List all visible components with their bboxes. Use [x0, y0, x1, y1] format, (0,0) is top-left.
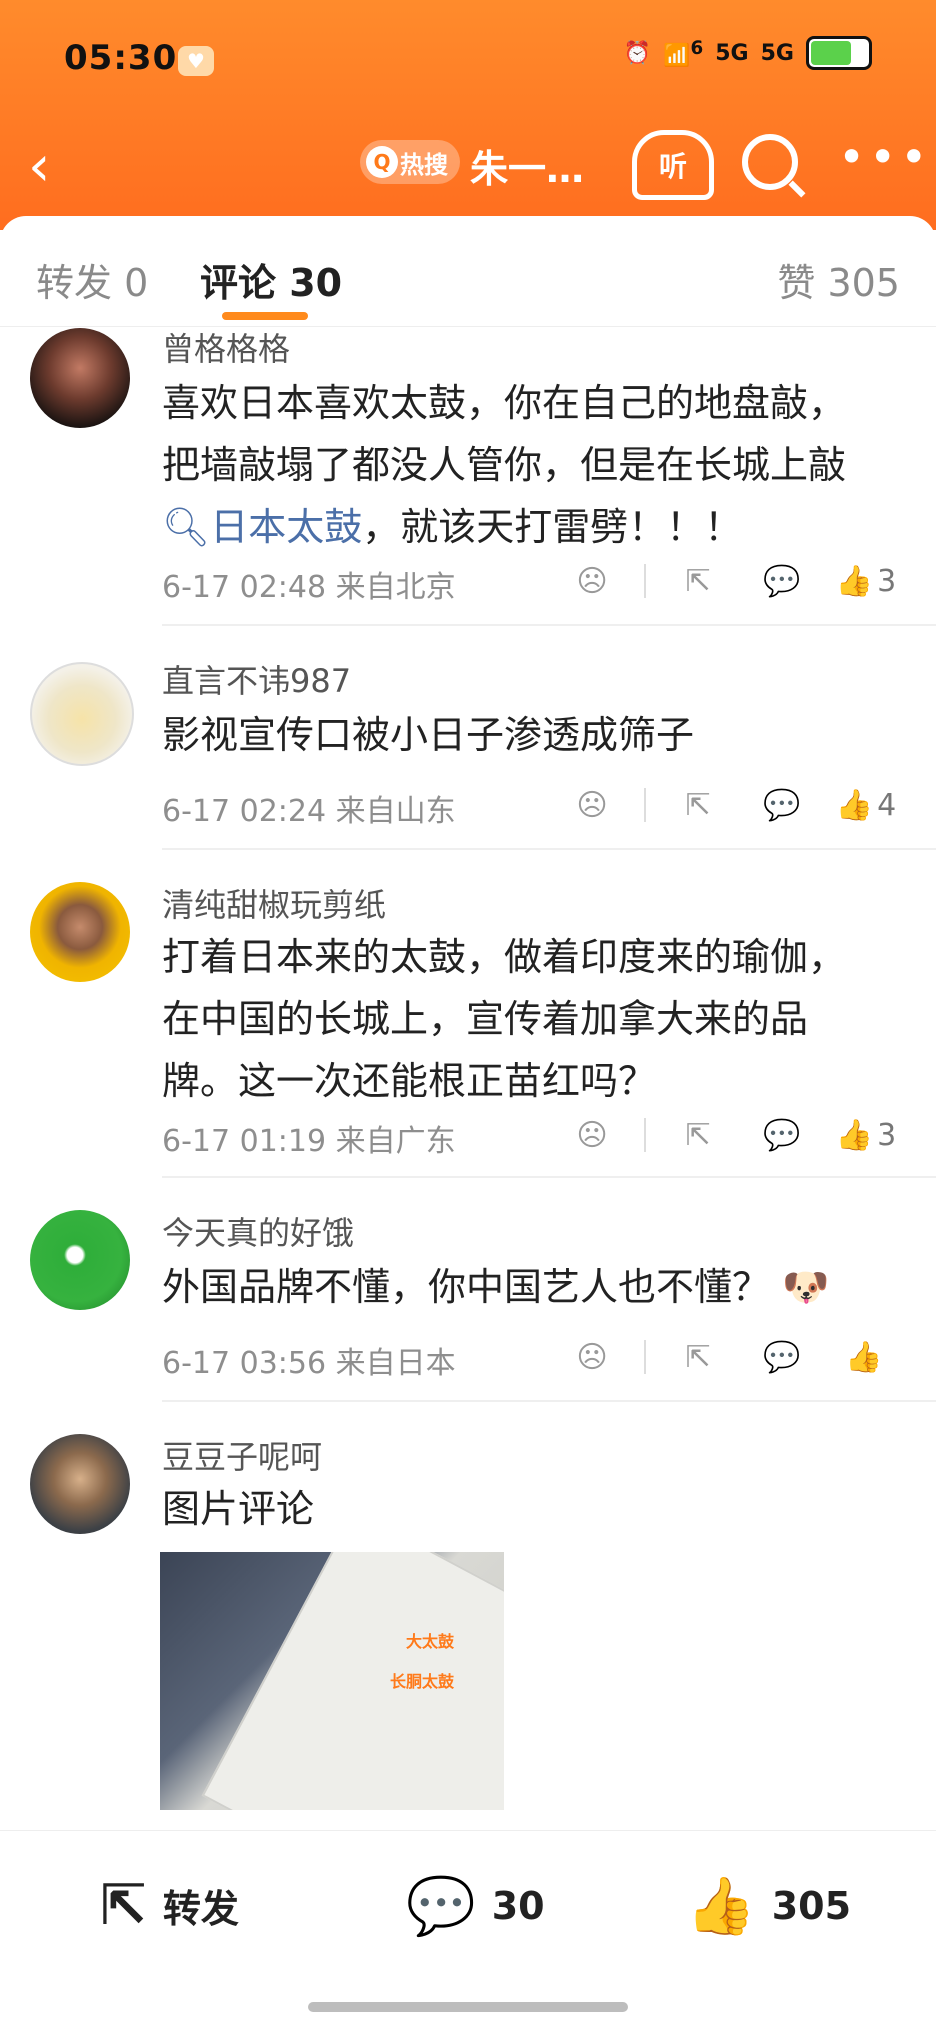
comment-actions: ☹ ⇱ 💬 👍 4	[550, 780, 908, 830]
comment-text: 影视宣传口被小日子渗透成筛子	[162, 713, 695, 757]
nav-bar: ‹ Q 热搜 朱一… 听 •••	[0, 120, 936, 200]
reply-icon[interactable]: 💬	[740, 1332, 824, 1382]
repost-label: 转发	[162, 1887, 239, 1931]
comment-actions: ☹ ⇱ 💬 👍 3	[550, 1110, 908, 1160]
image-label: 长胴太鼓	[390, 1672, 455, 1691]
comment-meta: 6-17 03:56 来自日本	[162, 1346, 456, 1381]
status-icons: ⏰ 📶6 5G 5G	[624, 36, 872, 70]
status-bar: 05:30 ♥ ⏰ 📶6 5G 5G	[64, 36, 872, 86]
like-button[interactable]: 👍	[824, 1332, 908, 1382]
like-button[interactable]: 👍 3	[824, 1110, 908, 1160]
search-icon: Q	[366, 146, 398, 178]
like-button[interactable]: 👍 305	[686, 1873, 851, 1939]
wifi-icon: 📶6	[663, 37, 704, 69]
image-paper	[201, 1552, 504, 1810]
dislike-icon[interactable]: ☹	[550, 780, 634, 830]
comment-text: 打着日本来的太鼓，做着印度来的瑜伽，在中国的长城上，宣传着加拿大来的品牌。这一次…	[162, 935, 847, 1103]
repost-icon: ⇱	[100, 1873, 147, 1938]
dislike-icon[interactable]: ☹	[550, 1332, 634, 1382]
topic-title[interactable]: 朱一…	[470, 138, 584, 193]
comment-icon: 💬	[406, 1874, 476, 1939]
comment-count: 30	[491, 1884, 545, 1928]
share-icon[interactable]: ⇱	[656, 780, 740, 830]
cell-signal-a: 5G	[715, 40, 749, 66]
search-icon[interactable]	[742, 134, 798, 190]
tab-likes[interactable]: 赞 305	[777, 252, 900, 307]
reply-icon[interactable]: 💬	[740, 556, 824, 606]
comment-meta: 6-17 01:19 来自广东	[162, 1124, 456, 1159]
comment-actions: ☹ ⇱ 💬 👍 3	[550, 556, 908, 606]
cell-signal-b: 5G	[760, 40, 794, 66]
status-time: 05:30	[64, 38, 178, 78]
topic-link[interactable]: 🔍︎日本太鼓	[162, 505, 362, 549]
dislike-icon[interactable]: ☹	[550, 1110, 634, 1160]
comment-image[interactable]: 大太鼓 长胴太鼓	[160, 1552, 504, 1810]
reply-icon[interactable]: 💬	[740, 1110, 824, 1160]
share-icon[interactable]: ⇱	[656, 556, 740, 606]
bottom-action-bar: ⇱ 转发 💬 30 👍 305	[0, 1830, 936, 2029]
heart-icon: ♥	[178, 46, 214, 76]
doge-emoji-icon: 🐶	[782, 1265, 830, 1309]
comment-meta: 6-17 02:24 来自山东	[162, 794, 456, 829]
comment-text: 图片评论	[162, 1487, 315, 1531]
alarm-icon: ⏰	[623, 40, 652, 66]
tab-repost[interactable]: 转发 0	[36, 252, 148, 307]
avatar[interactable]	[30, 1210, 130, 1310]
share-icon[interactable]: ⇱	[656, 1332, 740, 1382]
dislike-icon[interactable]: ☹	[550, 556, 634, 606]
repost-button[interactable]: ⇱ 转发	[100, 1873, 239, 1938]
hot-search-badge[interactable]: Q 热搜	[360, 140, 460, 184]
listen-button[interactable]: 听	[632, 130, 714, 200]
avatar[interactable]	[30, 882, 130, 982]
comment-username[interactable]: 豆豆子呢呵	[162, 1432, 322, 1478]
share-icon[interactable]: ⇱	[656, 1110, 740, 1160]
comment-username[interactable]: 今天真的好饿	[162, 1208, 354, 1254]
like-button[interactable]: 👍 4	[824, 780, 908, 830]
avatar[interactable]	[30, 328, 130, 428]
back-icon[interactable]: ‹	[28, 134, 50, 199]
battery-icon	[806, 36, 872, 70]
more-icon[interactable]: •••	[838, 130, 931, 184]
avatar[interactable]	[30, 662, 134, 766]
tab-bar: 转发 0 评论 30 赞 305	[0, 216, 936, 327]
comment-text: 喜欢日本喜欢太鼓，你在自己的地盘敲，把墙敲塌了都没人管你，但是在长城上敲🔍︎日本…	[162, 381, 847, 549]
hot-label: 热搜	[400, 150, 448, 179]
comment-username[interactable]: 清纯甜椒玩剪纸	[162, 880, 386, 926]
tab-comments[interactable]: 评论 30	[200, 252, 342, 307]
tab-underline	[222, 312, 308, 320]
comment-actions: ☹ ⇱ 💬 👍	[550, 1332, 908, 1382]
reply-icon[interactable]: 💬	[740, 780, 824, 830]
comment-username[interactable]: 直言不讳987	[162, 656, 351, 702]
like-button[interactable]: 👍 3	[824, 556, 908, 606]
home-indicator[interactable]	[308, 2002, 628, 2012]
image-label: 大太鼓	[406, 1632, 455, 1651]
comment-meta: 6-17 02:48 来自北京	[162, 570, 456, 605]
app-header: 05:30 ♥ ⏰ 📶6 5G 5G ‹ Q 热搜 朱一… 听 •••	[0, 0, 936, 230]
comment-username[interactable]: 曾格格格	[162, 324, 290, 370]
avatar[interactable]	[30, 1434, 130, 1534]
comment-button[interactable]: 💬 30	[406, 1873, 545, 1939]
comment-text: 外国品牌不懂，你中国艺人也不懂？ 🐶	[162, 1265, 830, 1309]
like-icon: 👍	[686, 1874, 756, 1939]
like-count: 305	[771, 1884, 852, 1928]
